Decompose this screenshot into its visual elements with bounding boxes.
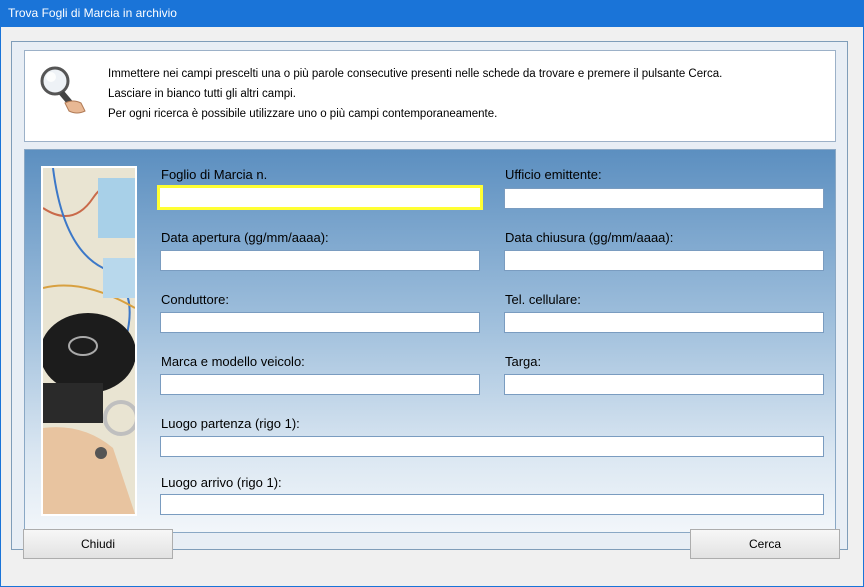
search-dialog-window: Trova Fogli di Marcia in archivio Immett… [0,0,864,587]
main-panel: Immettere nei campi prescelti una o più … [11,41,848,550]
data-apertura-input[interactable] [160,250,480,271]
search-button[interactable]: Cerca [690,529,840,559]
ufficio-label: Ufficio emittente: [505,167,602,182]
luogo-partenza-label: Luogo partenza (rigo 1): [161,416,300,431]
conduttore-label: Conduttore: [161,292,229,307]
targa-label: Targa: [505,354,542,369]
luogo-arrivo-label: Luogo arrivo (rigo 1): [161,475,282,490]
map-car-key-image [41,166,137,516]
window-title: Trova Fogli di Marcia in archivio [0,0,864,27]
dialog-client-area: Immettere nei campi prescelti una o più … [1,27,863,586]
instructions-text: Immettere nei campi prescelti una o più … [108,64,722,124]
foglio-label: Foglio di Marcia n. [161,167,268,182]
instruction-line: Per ogni ricerca è possibile utilizzare … [108,108,498,120]
luogo-arrivo-input[interactable] [160,494,824,515]
data-chiusura-label: Data chiusura (gg/mm/aaaa): [505,230,674,245]
luogo-partenza-input[interactable] [160,436,824,457]
marca-modello-label: Marca e modello veicolo: [161,354,305,369]
marca-modello-input[interactable] [160,374,480,395]
foglio-input[interactable] [157,185,483,210]
instruction-line: Immettere nei campi prescelti una o più … [108,68,723,80]
cellulare-input[interactable] [504,312,824,333]
info-box: Immettere nei campi prescelti una o più … [24,50,836,142]
search-form-panel: Foglio di Marcia n. Ufficio emittente: D… [24,149,836,533]
ufficio-input[interactable] [504,188,824,209]
magnifier-hand-icon [40,66,86,114]
data-chiusura-input[interactable] [504,250,824,271]
targa-input[interactable] [504,374,824,395]
cellulare-label: Tel. cellulare: [505,292,581,307]
instruction-line: Lasciare in bianco tutti gli altri campi… [108,88,296,100]
conduttore-input[interactable] [160,312,480,333]
data-apertura-label: Data apertura (gg/mm/aaaa): [161,230,329,245]
close-button[interactable]: Chiudi [23,529,173,559]
